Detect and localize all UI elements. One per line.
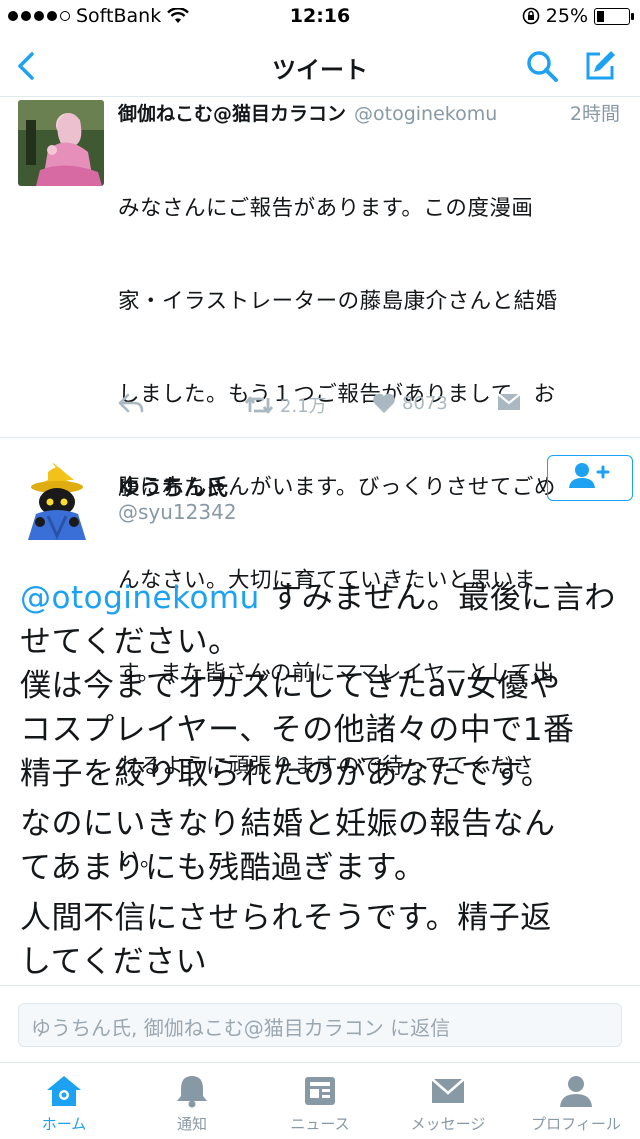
reply-icon [118,393,144,413]
tab-label: メッセージ [410,1115,486,1133]
display-name[interactable]: 御伽ねこむ@猫目カラコン [118,103,346,125]
tweet-timestamp: 2時間 [569,103,620,125]
tab-label: プロフィール [531,1115,621,1133]
user-handle[interactable]: @syu12342 [118,500,237,524]
tweet-line: コスプレイヤー、その他諸々の中で1番 [20,712,575,748]
avatar[interactable] [18,100,104,186]
black-mage-avatar [28,462,86,540]
envelope-icon [497,393,521,410]
tab-bar: ホーム 通知 ニュース メッセージ プロフィール [0,1062,640,1139]
tweet-line: 人間不信にさせられそうです。精子返 [20,900,552,936]
tab-label: ホーム [41,1115,87,1133]
user-handle[interactable]: @otoginekomu [354,103,497,125]
retweet-button[interactable]: 2.1万 [244,392,327,418]
reply-bar: ゆうちん氏, 御伽ねこむ@猫目カラコン に返信 [0,985,640,1062]
compose-icon[interactable] [580,46,620,86]
person-icon [560,1076,592,1107]
nav-bar: ツイート [0,34,640,97]
like-button[interactable]: 8073 [372,392,448,414]
battery-icon [594,7,634,25]
tweet-line: みなさんにご報告があります。この度漫画 [118,196,534,221]
news-icon [305,1077,335,1105]
status-bar: SoftBank 12:16 25% [0,0,640,34]
divider [0,437,640,438]
tab-notifications[interactable]: 通知 [128,1063,256,1139]
tweet-line: 僕は今までオカズにしてきたav女優や [20,668,561,704]
tweet-actions: 2.1万 8073 [118,392,628,426]
tab-news[interactable]: ニュース [256,1063,384,1139]
tweet-line: 精子を絞り取られたのがあなたです。 [20,756,553,792]
envelope-icon [431,1078,465,1103]
tab-label: 通知 [176,1115,207,1133]
follow-button[interactable] [547,455,633,501]
tweet-line: てあまりにも残酷過ぎます。 [20,850,426,886]
direct-message-button[interactable] [496,392,522,412]
search-icon[interactable] [522,46,562,86]
like-count: 8073 [402,392,448,414]
bell-icon [177,1076,207,1108]
tweet-header: 御伽ねこむ@猫目カラコン @otoginekomu 2時間 [118,99,628,129]
tweet-line: 家・イラストレーターの藤島康介さんと結婚 [118,289,558,314]
mention-link[interactable]: @otoginekomu [20,580,260,616]
tweet-line: すみません。最後に言わ [259,580,616,616]
add-user-icon [569,463,610,489]
tweet-text: @otoginekomu すみません。最後に言わ せてください。 僕は今までオカ… [20,576,625,984]
tab-home[interactable]: ホーム [0,1063,128,1139]
home-icon [47,1076,81,1106]
reply-input[interactable]: ゆうちん氏, 御伽ねこむ@猫目カラコン に返信 [18,1003,622,1047]
tweet-line: してください [20,944,208,980]
tab-profile[interactable]: プロフィール [512,1063,640,1139]
heart-icon [373,393,395,413]
reply-button[interactable] [118,392,144,414]
tweet-line: なのにいきなり結婚と妊娠の報告なん [20,806,556,842]
avatar-photo [18,100,104,186]
rotation-lock-icon [522,7,540,25]
tab-label: ニュース [290,1115,350,1133]
tab-messages[interactable]: メッセージ [384,1063,512,1139]
tweet-line: せてください。 [20,624,240,660]
display-name[interactable]: ゆうちん氏 [118,470,228,502]
battery-percentage: 25% [545,5,588,27]
retweet-icon [244,396,274,414]
avatar[interactable] [22,458,94,542]
retweet-count: 2.1万 [280,396,327,417]
